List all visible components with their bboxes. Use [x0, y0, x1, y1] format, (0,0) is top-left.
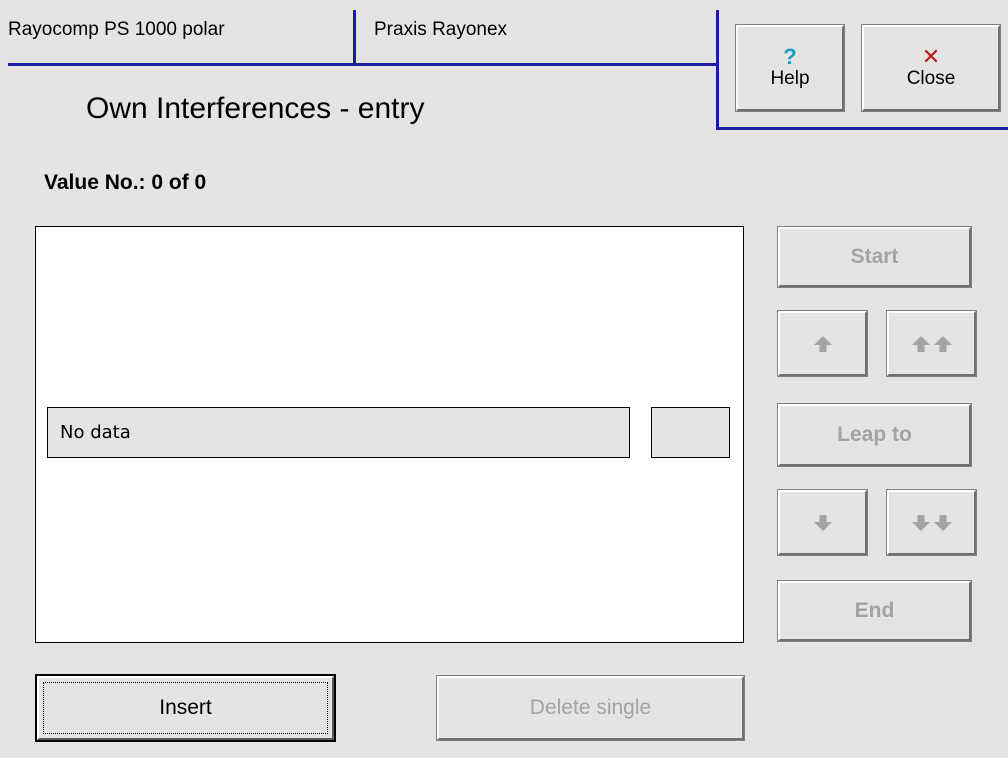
leap-to-label: Leap to	[837, 423, 912, 446]
insert-button[interactable]: Insert	[35, 674, 336, 742]
help-icon: ?	[783, 44, 797, 69]
close-label: Close	[906, 68, 956, 89]
header-underline	[8, 63, 718, 66]
data-side-field[interactable]	[651, 407, 730, 458]
device-tab: Rayocomp PS 1000 polar	[8, 19, 225, 40]
help-label: Help	[770, 68, 810, 89]
insert-label: Insert	[159, 696, 212, 719]
end-button[interactable]: End	[777, 580, 972, 642]
close-icon: ✕	[921, 44, 941, 69]
step-down-button[interactable]	[777, 489, 868, 556]
page-title: Own Interferences - entry	[86, 92, 425, 125]
page-down-button[interactable]	[886, 489, 977, 556]
leap-to-button[interactable]: Leap to	[777, 403, 972, 467]
toolbox-left-border	[716, 10, 719, 130]
page-up-button[interactable]	[886, 310, 977, 377]
data-field[interactable]: No data	[47, 407, 630, 458]
help-button[interactable]: ? Help	[735, 24, 845, 112]
toolbox-bottom-border	[716, 127, 1008, 130]
value-counter: Value No.: 0 of 0	[44, 171, 207, 194]
delete-single-button[interactable]: Delete single	[436, 675, 745, 741]
delete-single-label: Delete single	[529, 696, 652, 719]
double-arrow-down-icon	[911, 514, 952, 531]
mode-tab: Praxis Rayonex	[374, 19, 508, 40]
step-up-button[interactable]	[777, 310, 868, 377]
end-label: End	[854, 599, 895, 622]
arrow-up-icon	[813, 335, 832, 352]
double-arrow-up-icon	[911, 335, 952, 352]
start-label: Start	[850, 245, 899, 268]
tab-divider	[353, 10, 356, 66]
close-button[interactable]: ✕ Close	[861, 24, 1001, 112]
start-button[interactable]: Start	[777, 226, 972, 288]
arrow-down-icon	[813, 514, 832, 531]
